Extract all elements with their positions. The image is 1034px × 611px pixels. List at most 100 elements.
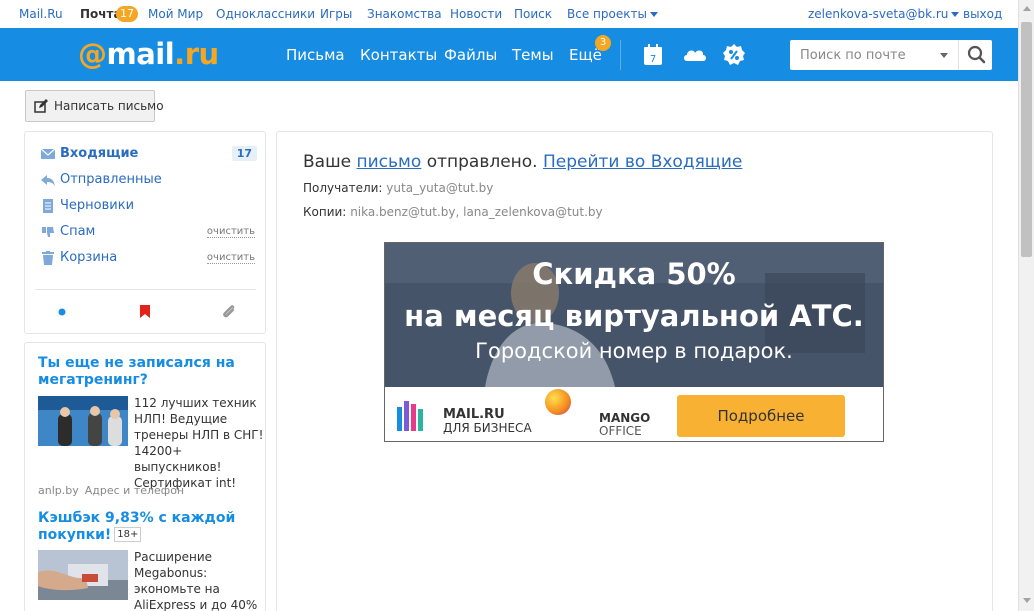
portal-link-odnoklassniki[interactable]: Одноклассники [216,7,315,21]
search-button[interactable] [958,40,992,70]
portal-link-games[interactable]: Игры [320,7,352,21]
sent-suffix: отправлено. [426,152,538,172]
compose-icon [34,99,48,113]
all-projects-menu[interactable]: Все проекты [567,7,658,21]
ad-domain-name: anlp.by [38,484,79,497]
more-badge: 3 [595,35,611,51]
calendar-icon[interactable]: 7 [641,43,665,67]
logo-mail: mail [106,37,175,71]
sent-prefix: Ваше [303,152,352,172]
brand-mailru-sub: ДЛЯ БИЗНЕСА [443,421,532,435]
scroll-up-arrow[interactable] [1023,6,1031,11]
folder-sent[interactable]: Отправленные [25,169,265,191]
goto-inbox-link[interactable]: Перейти во Входящие [543,152,742,172]
portal-link-search[interactable]: Поиск [514,7,552,21]
compose-button[interactable]: Написать письмо [25,90,164,122]
sent-icon [41,173,55,187]
folder-name: Черновики [60,198,135,213]
nav-letters[interactable]: Письма [286,46,345,64]
spam-icon [41,225,55,239]
folder-name: Корзина [60,250,118,265]
mailru-business-logo [397,399,429,433]
folder-name: Отправленные [60,172,162,187]
nav-files[interactable]: Файлы [444,46,497,64]
folder-inbox[interactable]: Входящие 17 [25,143,265,165]
mail-unread-badge: 17 [116,6,138,22]
search-icon [967,45,986,64]
ad-title[interactable]: Ты еще не записался на мегатренинг? [38,355,258,389]
age-rating-badge: 18+ [114,527,142,542]
sent-confirmation: Ваше письмо отправлено. Перейти во Входя… [303,152,742,172]
clear-trash-link[interactable]: очистить [206,252,255,264]
logo-at: @ [78,37,107,71]
search-box [790,40,992,70]
page-scrollbar[interactable] [1018,0,1034,611]
search-input[interactable] [790,40,940,70]
discount-icon[interactable] [722,43,746,67]
cc-label: Копии: [303,205,347,219]
mailru-logo[interactable]: @mail.ru [78,37,219,71]
trash-icon [41,251,55,265]
ad-title[interactable]: Кэшбэк 9,83% с каждой покупки! 18+ [38,510,258,544]
portal-link-moi-mir[interactable]: Мой Мир [148,7,203,21]
mango-logo-icon [545,389,571,415]
portal-link-news[interactable]: Новости [450,7,502,21]
nav-topics[interactable]: Темы [512,46,554,64]
all-projects-label: Все проекты [567,7,647,21]
logo-dot: . [174,37,185,71]
banner-subline: Городской номер в подарок. [475,339,793,363]
user-menu[interactable]: zelenkova-sveta@bk.ru [808,7,960,21]
ad-image[interactable] [38,396,128,446]
cc-row: Копии: nika.benz@tut.by, lana_zelenkova@… [303,205,603,219]
nav-contacts[interactable]: Контакты [360,46,437,64]
cc-value: nika.benz@tut.by, lana_zelenkova@tut.by [350,205,603,219]
compose-label: Написать письмо [54,99,164,113]
folder-name: Спам [60,224,96,239]
folder-drafts[interactable]: Черновики [25,195,265,217]
folders-panel: Входящие 17 Отправленные Черновики Спам … [24,131,266,334]
search-options-dropdown[interactable] [940,53,948,58]
chevron-down-icon [649,12,658,17]
drafts-icon [41,199,55,213]
logout-link[interactable]: выход [963,7,1002,21]
main-header: @mail.ru Письма Контакты Файлы Темы Ещё … [0,28,1018,81]
chevron-down-icon [951,12,960,17]
ad-text[interactable]: 112 лучших техник НЛП! Ведущие тренеры Н… [134,395,264,491]
brand-mailru: MAIL.RU [443,407,505,422]
folder-spam[interactable]: Спам очистить [25,221,265,243]
ad-address-link[interactable]: Адрес и телефон [85,484,184,497]
ad-image[interactable] [38,550,128,600]
brand-mango-sub: OFFICE [599,424,642,438]
cloud-icon[interactable] [681,43,709,67]
portal-link-dating[interactable]: Знакомства [367,7,442,21]
ad-text[interactable]: Расширение Megabonus: экономьте на AliEx… [134,549,264,611]
calendar-day: 7 [650,54,656,65]
folder-name: Входящие [60,146,139,161]
folder-count: 17 [231,146,257,161]
message-sent-panel: Ваше письмо отправлено. Перейти во Входя… [276,131,993,611]
portal-link-mailru[interactable]: Mail.Ru [19,7,63,21]
brand-mango: MANGO [599,411,651,425]
ad-domain[interactable]: anlp.by Адрес и телефон [38,484,184,497]
inbox-icon [40,147,56,161]
sent-letter-link[interactable]: письмо [357,152,422,172]
folders-divider [35,289,256,290]
banner-headline-2: на месяц виртуальной АТС. [404,299,864,333]
banner-more-button[interactable]: Подробнее [677,395,845,437]
recipients-value: yuta_yuta@tut.by [386,181,494,195]
folder-trash[interactable]: Корзина очистить [25,247,265,269]
recipients-label: Получатели: [303,181,383,195]
clear-spam-link[interactable]: очистить [206,226,255,238]
header-divider [620,40,621,70]
unread-dot-icon[interactable] [54,304,70,320]
ads-panel: Ты еще не записался на мегатренинг? 112 … [24,342,266,611]
user-email: zelenkova-sveta@bk.ru [808,7,949,21]
banner-headline-1: Скидка 50% [532,257,736,291]
promo-banner[interactable]: Скидка 50% на месяц виртуальной АТС. Гор… [384,242,884,442]
portal-bar: Mail.Ru Почта 17 Мой Мир Одноклассники И… [0,0,1018,28]
flag-icon[interactable] [137,304,153,320]
scroll-down-arrow[interactable] [1023,598,1031,603]
logo-ru: ru [184,37,219,71]
scroll-thumb[interactable] [1021,22,1032,257]
attachment-icon[interactable] [221,304,237,320]
